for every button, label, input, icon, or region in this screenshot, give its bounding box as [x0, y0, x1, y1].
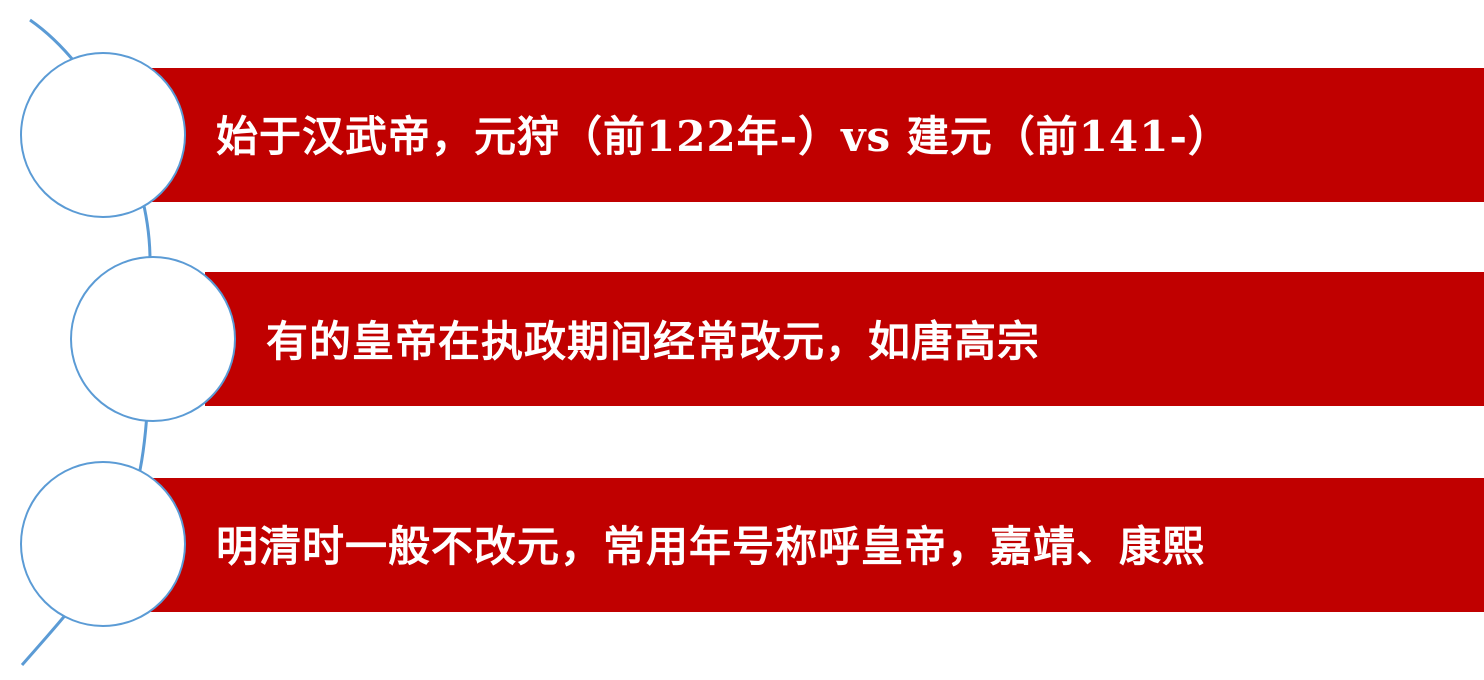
item-circle-1	[20, 52, 186, 218]
item-circle-2	[70, 256, 236, 422]
item-text-3: 明清时一般不改元，常用年号称呼皇帝，嘉靖、康熙	[216, 522, 1206, 571]
item-text-2: 有的皇帝在执政期间经常改元，如唐高宗	[266, 317, 1041, 366]
item-circle-3	[20, 461, 186, 627]
item-text-1: 始于汉武帝，元狩（前122年-）vs 建元（前141-）	[216, 112, 1231, 161]
diagram-canvas: 始于汉武帝，元狩（前122年-）vs 建元（前141-） 有的皇帝在执政期间经常…	[0, 0, 1484, 680]
